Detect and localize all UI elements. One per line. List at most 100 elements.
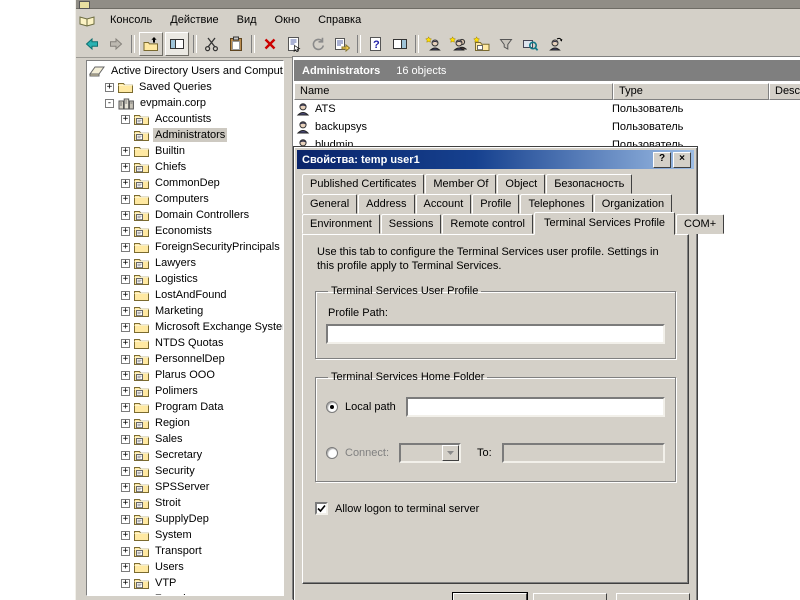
expand-toggle[interactable]: + [121,467,130,476]
expand-toggle[interactable]: + [121,563,130,572]
dialog-bottom-button-3[interactable] [616,593,690,600]
dialog-tab[interactable]: Account [416,194,472,214]
tree-item[interactable]: +Secretary [87,447,283,463]
tree-item[interactable]: +VTP [87,575,283,591]
tree-item[interactable]: +Saved Queries [87,79,283,95]
toolbar-export-list-button[interactable] [331,33,353,55]
expand-toggle[interactable]: + [121,259,130,268]
expand-toggle[interactable]: + [121,115,130,124]
dialog-tab[interactable]: Object [497,174,545,194]
close-button[interactable]: × [673,152,691,168]
connect-to-input[interactable] [502,443,665,463]
dialog-tab[interactable]: Address [358,194,414,214]
toolbar-forward-button[interactable] [105,33,127,55]
toolbar-up-one-level-button[interactable] [139,32,163,56]
menu-item[interactable]: Действие [161,14,227,26]
expand-toggle[interactable]: + [121,147,130,156]
dialog-tab[interactable]: Sessions [381,214,442,234]
column-header-description[interactable]: Description [769,83,800,100]
expand-toggle[interactable]: + [121,227,130,236]
toolbar-toggle-console-tree-button[interactable] [165,32,189,56]
tree-item[interactable]: +Computers [87,191,283,207]
tree-item[interactable]: +Accountists [87,111,283,127]
expand-toggle[interactable]: + [105,83,114,92]
toolbar-new-group-button[interactable] [447,33,469,55]
dialog-tab[interactable]: Terminal Services Profile [534,212,675,235]
toolbar-new-ou-button[interactable] [471,33,493,55]
toolbar-find-button[interactable] [519,33,541,55]
expand-toggle[interactable]: + [121,275,130,284]
tree-item[interactable]: +LostAndFound [87,287,283,303]
expand-toggle[interactable]: + [121,515,130,524]
tree-item[interactable]: +Lawyers [87,255,283,271]
expand-toggle[interactable]: + [121,435,130,444]
tree-item[interactable]: +Builtin [87,143,283,159]
expand-toggle[interactable]: + [121,451,130,460]
drive-letter-select[interactable] [399,443,461,463]
expand-toggle[interactable]: + [121,339,130,348]
expand-toggle[interactable]: + [121,355,130,364]
expand-toggle[interactable]: + [121,499,130,508]
dialog-tab[interactable]: Member Of [425,174,496,194]
expand-toggle[interactable]: + [121,243,130,252]
tree-item[interactable]: +Marketing [87,303,283,319]
column-header-type[interactable]: Type [613,83,769,100]
tree-item[interactable]: +Chiefs [87,159,283,175]
expand-toggle[interactable]: + [121,211,130,220]
dialog-tab[interactable]: Published Certificates [302,174,424,194]
connect-radio[interactable] [326,447,338,459]
expand-toggle[interactable]: + [121,195,130,204]
column-header-name[interactable]: Name [294,83,613,100]
tree-item[interactable]: +PersonnelDep [87,351,283,367]
tree-item[interactable]: +SupplyDep [87,511,283,527]
tree-item[interactable]: +Domain Controllers [87,207,283,223]
tree-item[interactable]: +Users [87,559,283,575]
menu-item[interactable]: Вид [228,14,266,26]
local-path-input[interactable] [406,397,665,417]
list-row[interactable]: ATSПользователь [293,100,800,118]
tree-item[interactable]: +Economists [87,223,283,239]
console-tree-panel[interactable]: Active Directory Users and Computer+Save… [86,60,284,596]
dialog-tab[interactable]: Remote control [442,214,533,234]
menu-item[interactable]: Справка [309,14,370,26]
tree-item[interactable]: +ForeignSecurityPrincipals [87,239,283,255]
tree-item[interactable]: +Transport [87,543,283,559]
tree-item[interactable]: +CommonDep [87,175,283,191]
chevron-down-icon[interactable] [442,445,459,461]
expand-toggle[interactable]: + [121,419,130,428]
dialog-tab[interactable]: Telephones [520,194,592,214]
tree-item[interactable]: +NTDS Quotas [87,335,283,351]
expand-toggle[interactable]: + [121,531,130,540]
tree-item[interactable]: Administrators [87,127,283,143]
help-button[interactable]: ? [653,152,671,168]
menu-item[interactable]: Окно [266,14,310,26]
expand-toggle[interactable]: + [121,179,130,188]
toolbar-cut-button[interactable] [201,33,223,55]
tree-item[interactable]: +Security [87,463,283,479]
tree-item[interactable]: +Logistics [87,271,283,287]
expand-toggle[interactable]: - [105,99,114,108]
toolbar-paste-button[interactable] [225,33,247,55]
dialog-tab[interactable]: Безопасность [546,174,632,194]
dialog-tab[interactable]: Organization [594,194,672,214]
list-row[interactable]: backupsysПользователь [293,118,800,136]
expand-toggle[interactable]: + [121,307,130,316]
allow-logon-checkbox[interactable] [315,502,328,515]
expand-toggle[interactable]: + [121,483,130,492]
window-titlebar[interactable] [76,0,800,9]
expand-toggle[interactable]: + [121,403,130,412]
expand-toggle[interactable]: + [121,371,130,380]
toolbar-properties-button[interactable] [283,33,305,55]
tree-item[interactable]: +Microsoft Exchange System Ob [87,319,283,335]
dialog-tab[interactable]: Profile [472,194,519,214]
tree-item[interactable]: +SPSServer [87,479,283,495]
tree-item[interactable]: +Stroit [87,495,283,511]
toolbar-new-user-button[interactable] [423,33,445,55]
tree-item[interactable]: +Plarus OOO [87,367,283,383]
dialog-bottom-button-2[interactable] [533,593,607,600]
toolbar-help-button[interactable]: ? [365,33,387,55]
dialog-tab[interactable]: Environment [302,214,380,234]
tree-item[interactable]: -evpmain.corp [87,95,283,111]
tree-item[interactable]: +System [87,527,283,543]
expand-toggle[interactable]: + [121,291,130,300]
